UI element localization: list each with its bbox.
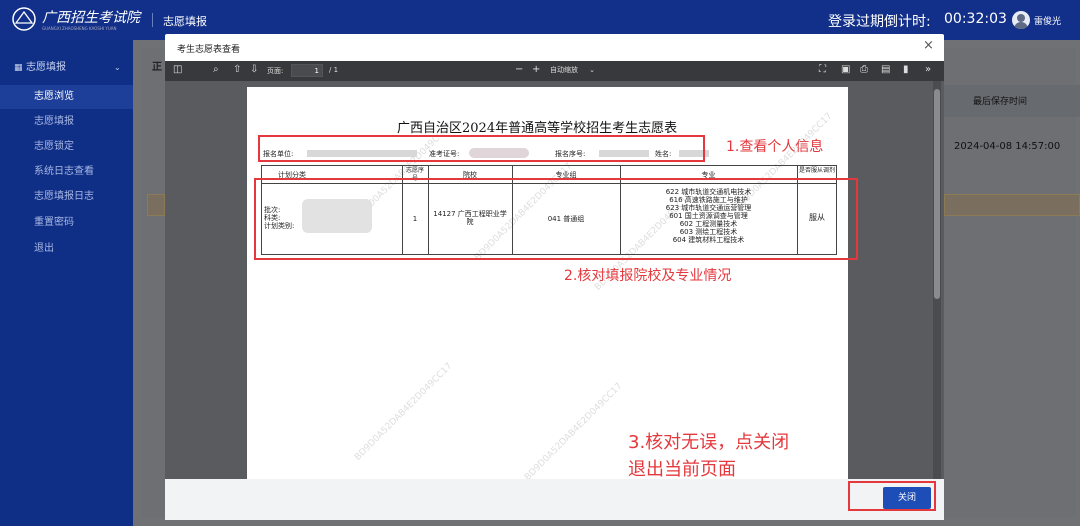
- page-input[interactable]: 1: [291, 64, 323, 77]
- sidebar-item-reset-password[interactable]: 重置密码: [0, 211, 133, 235]
- background-col-header: 最后保存时间: [973, 97, 1028, 107]
- watermark: BD9D0A52DAB4E2D049CC17: [353, 361, 455, 463]
- col-obey: 是否服从调剂: [798, 167, 835, 174]
- annotation-box-close: [848, 481, 936, 511]
- logo: 广西招生考试院 GUANGXI ZHAOSHENG KAOSHI YUAN: [10, 6, 150, 34]
- logo-subtext: GUANGXI ZHAOSHENG KAOSHI YUAN: [42, 26, 117, 31]
- sidebar-item-lock[interactable]: 志愿锁定: [0, 135, 133, 159]
- sidebar-item-logout[interactable]: 退出: [0, 237, 133, 261]
- watermark: BD9D0A52DAB4E2D049CC17: [523, 381, 625, 479]
- modal-dialog: 考生志愿表查看 × ◫ ⌕ ⇧ ⇩ 页面: 1 / 1 − + 自动缩放 ⌄ ⛶…: [165, 34, 944, 520]
- zoom-value: 自动缩放: [550, 66, 578, 74]
- sidebar-item-fill-log[interactable]: 志愿填报日志: [0, 185, 133, 209]
- module-title: 志愿填报: [163, 15, 207, 28]
- sidebar: ▦ 志愿填报 ⌄ 志愿浏览 志愿填报 志愿锁定 系统日志查看 志愿填报日志 重置…: [0, 40, 133, 526]
- header-divider: [152, 13, 153, 27]
- arrow-up-icon[interactable]: ⇧: [233, 64, 241, 75]
- more-tools-icon[interactable]: »: [925, 64, 931, 75]
- sidebar-item-fill[interactable]: 志愿填报: [0, 110, 133, 134]
- bookmark-icon[interactable]: ▮: [903, 64, 909, 75]
- grid-icon: ▦: [14, 63, 23, 73]
- chevron-down-icon: ⌄: [114, 63, 121, 72]
- annotation-box-info: [258, 135, 705, 162]
- download-icon[interactable]: ▤: [881, 64, 890, 75]
- print-icon[interactable]: ⎙: [860, 64, 868, 75]
- sidebar-group-header[interactable]: ▦ 志愿填报 ⌄: [0, 56, 133, 80]
- page-label: 页面:: [267, 67, 284, 75]
- logo-emblem-icon: [12, 7, 36, 31]
- background-banner: [944, 194, 1080, 216]
- countdown-label: 登录过期倒计时:: [828, 14, 931, 30]
- annotation-step3-line1: 3.核对无误，点关闭: [628, 432, 790, 453]
- sidebar-group-label: 志愿填报: [26, 62, 66, 73]
- zoom-select[interactable]: 自动缩放 ⌄: [547, 64, 599, 77]
- annotation-box-table: [254, 178, 858, 260]
- document-title: 广西自治区2024年普通高等学校招生考生志愿表: [397, 121, 678, 136]
- pdf-toolbar: ◫ ⌕ ⇧ ⇩ 页面: 1 / 1 − + 自动缩放 ⌄ ⛶ ▣ ⎙ ▤ ▮ »: [165, 61, 944, 81]
- countdown-timer: 00:32:03: [944, 11, 1007, 27]
- chevron-down-icon: ⌄: [589, 66, 595, 74]
- user-name[interactable]: 雷俊光: [1034, 14, 1061, 27]
- page-total: / 1: [329, 66, 339, 74]
- background-last-saved: 2024-04-08 14:57:00: [954, 141, 1061, 152]
- scrollbar-thumb[interactable]: [934, 89, 940, 299]
- sidebar-toggle-icon[interactable]: ◫: [173, 64, 182, 75]
- annotation-step1: 1.查看个人信息: [726, 139, 824, 155]
- background-tab: 正: [152, 62, 162, 73]
- scrollbar[interactable]: [933, 81, 941, 479]
- annotation-step3-line2: 退出当前页面: [628, 459, 736, 480]
- user-avatar-icon[interactable]: [1012, 11, 1030, 29]
- presentation-icon[interactable]: ⛶: [819, 64, 826, 75]
- close-icon[interactable]: ×: [923, 38, 934, 53]
- modal-title: 考生志愿表查看: [177, 45, 241, 55]
- logo-text: 广西招生考试院: [42, 10, 140, 26]
- modal-footer: 关闭: [165, 479, 944, 520]
- zoom-out-icon[interactable]: −: [515, 64, 523, 75]
- search-icon[interactable]: ⌕: [213, 64, 219, 75]
- sidebar-item-system-log[interactable]: 系统日志查看: [0, 160, 133, 184]
- background-side-box: [147, 194, 165, 216]
- zoom-in-icon[interactable]: +: [532, 64, 540, 75]
- sidebar-item-browse[interactable]: 志愿浏览: [0, 85, 133, 109]
- arrow-down-icon[interactable]: ⇩: [250, 64, 258, 75]
- annotation-step2: 2.核对填报院校及专业情况: [564, 268, 732, 284]
- open-file-icon[interactable]: ▣: [841, 64, 850, 75]
